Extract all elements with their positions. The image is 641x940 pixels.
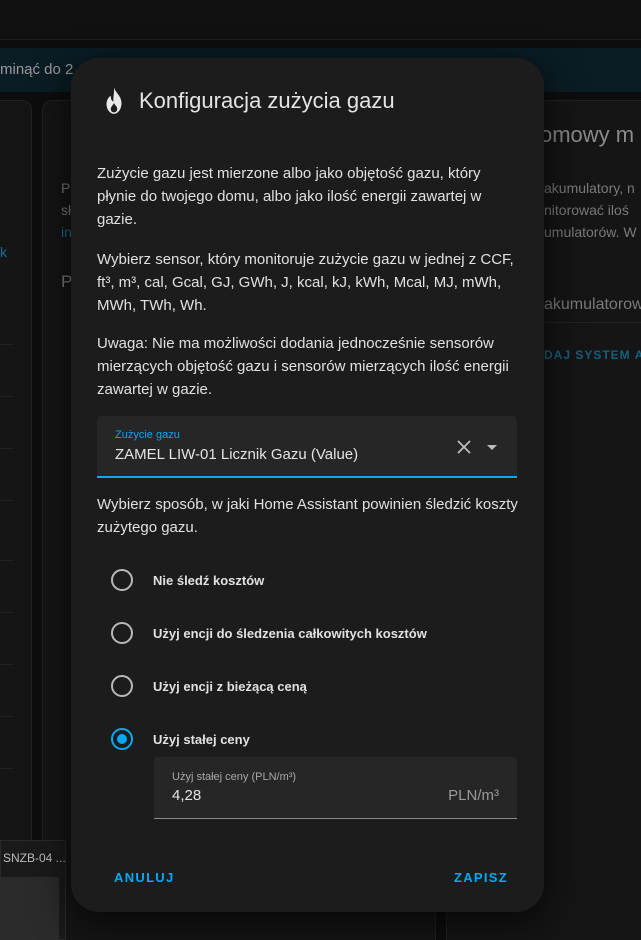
radio-button[interactable] [111,622,133,644]
background-right-line: nitorować iloś [544,202,629,218]
background-mid-line: sł [61,202,72,218]
cost-option-price-entity[interactable]: Użyj encji z bieżącą ceną [111,672,307,700]
background-left-card [0,100,32,940]
gas-config-dialog: Konfiguracja zużycia gazu Zużycie gazu j… [71,58,544,912]
cost-option-fixed-price[interactable]: Użyj stałej ceny [111,725,250,753]
background-left-link[interactable]: k [0,244,7,260]
cost-option-label: Użyj stałej ceny [153,731,250,747]
cost-option-label: Nie śledź kosztów [153,572,265,588]
background-thumbnail[interactable]: SNZB-04 ... [0,840,66,940]
background-banner-text: minąć do 2 [0,61,74,78]
background-right-title: omowy m [540,122,635,147]
background-divider [0,396,14,397]
fixed-price-field[interactable]: Użyj stałej ceny (PLN/m³) PLN/m³ [154,757,517,819]
thumbnail-caption: SNZB-04 ... [3,851,66,865]
background-topbar [0,0,641,40]
dialog-title: Konfiguracja zużycia gazu [139,88,395,113]
save-button[interactable]: ZAPISZ [454,870,508,885]
cancel-button[interactable]: ANULUJ [114,870,175,885]
cost-prompt: Wybierz sposób, w jaki Home Assistant po… [97,496,518,536]
thumbnail-image [1,877,59,940]
chevron-down-icon[interactable] [483,438,501,456]
background-divider [0,560,14,561]
fixed-price-label: Użyj stałej ceny (PLN/m³) [172,771,297,783]
cost-option-none[interactable]: Nie śledź kosztów [111,566,264,594]
cost-option-total-entity[interactable]: Użyj encji do śledzenia całkowitych kosz… [111,619,427,647]
description-paragraph: Zużycie gazu jest mierzone albo jako obj… [97,165,482,228]
gas-sensor-value: ZAMEL LIW-01 Licznik Gazu (Value) [115,446,359,463]
fixed-price-unit: PLN/m³ [448,787,499,804]
cost-option-label: Użyj encji do śledzenia całkowitych kosz… [153,625,427,641]
background-right-action[interactable]: DAJ SYSTEM A [544,348,641,362]
gas-sensor-select[interactable]: Zużycie gazu ZAMEL LIW-01 Licznik Gazu (… [97,416,517,478]
background-divider [0,664,14,665]
cost-option-label: Użyj encji z bieżącą ceną [153,678,307,694]
background-right-line: umulatorów. W [544,224,637,240]
background-right-subtitle: akumulatorow [544,296,641,313]
background-right-line: akumulatory, n [544,180,635,196]
background-mid-line: P [61,180,71,196]
radio-button[interactable] [111,569,133,591]
close-icon[interactable] [455,438,473,456]
background-divider [0,344,14,345]
radio-button[interactable] [111,675,133,697]
background-divider [0,448,14,449]
fire-icon [106,87,122,114]
fixed-price-input[interactable] [172,787,372,804]
radio-button-selected[interactable] [111,728,133,750]
gas-sensor-label: Zużycie gazu [115,429,180,441]
dialog-header: Konfiguracja zużycia gazu [101,86,395,116]
warning-paragraph: Uwaga: Nie ma możliwości dodania jednocz… [97,335,509,398]
units-paragraph: Wybierz sensor, który monitoruje zużycie… [97,251,514,314]
background-divider [0,768,14,769]
background-divider [0,500,14,501]
background-divider [0,612,14,613]
background-divider [0,716,14,717]
